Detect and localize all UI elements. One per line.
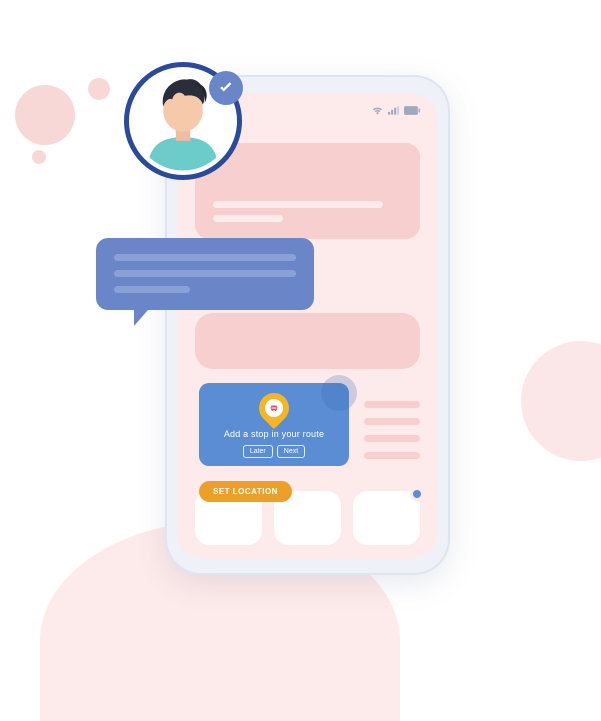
text-placeholder (114, 270, 296, 277)
tooltip-title: Add a stop in your route (209, 429, 339, 439)
location-pin-icon (253, 387, 295, 429)
signal-icon (388, 106, 399, 117)
next-button[interactable]: Next (277, 445, 305, 458)
decorative-circle (521, 341, 601, 461)
battery-icon (404, 106, 420, 117)
decorative-circle (15, 85, 75, 145)
text-placeholder (364, 435, 420, 442)
text-placeholder (213, 215, 283, 222)
text-placeholder (213, 201, 383, 208)
text-placeholder (364, 452, 420, 459)
later-button[interactable]: Later (243, 445, 273, 458)
decorative-circle (321, 375, 357, 411)
wifi-icon (372, 106, 383, 117)
onboarding-tooltip: Add a stop in your route Later Next (199, 383, 349, 466)
decorative-circle (88, 78, 110, 100)
side-list (364, 401, 420, 469)
notification-dot-icon (410, 487, 424, 501)
nav-tile[interactable] (353, 491, 420, 545)
set-location-button[interactable]: SET LOCATION (199, 481, 292, 502)
text-placeholder (364, 418, 420, 425)
text-placeholder (114, 286, 190, 293)
verified-check-icon (209, 71, 243, 105)
text-placeholder (114, 254, 296, 261)
text-placeholder (364, 401, 420, 408)
decorative-circle (32, 150, 46, 164)
avatar (124, 62, 242, 180)
content-card (195, 313, 420, 369)
speech-bubble (96, 238, 314, 310)
